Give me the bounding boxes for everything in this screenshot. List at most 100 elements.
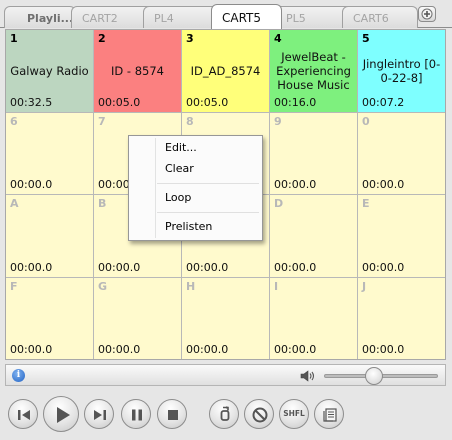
cart-cell[interactable]: H 00:00.0	[182, 277, 269, 359]
shuffle-button[interactable]: SHFL	[279, 399, 309, 429]
cart-duration: 00:00.0	[98, 343, 141, 356]
tab-cart5[interactable]: CART5	[211, 4, 282, 29]
play-button[interactable]	[43, 396, 79, 432]
play-icon	[57, 407, 70, 423]
menu-item-prelisten[interactable]: Prelisten	[131, 217, 260, 237]
cart-key-label: J	[362, 279, 367, 293]
cart-duration: 00:00.0	[186, 260, 229, 274]
cart-key-label: D	[274, 197, 284, 210]
cancel-button[interactable]	[244, 399, 274, 429]
cart-cell[interactable]: 4 JewelBeat - Experiencing House Music 00:…	[270, 30, 357, 112]
cart-duration: 00:00.0	[362, 178, 405, 191]
repeat-button[interactable]	[209, 399, 239, 429]
menu-item-edit[interactable]: Edit...	[131, 138, 260, 158]
info-icon[interactable]: i	[12, 369, 25, 382]
cart-cell[interactable]: 6 00:00.0	[6, 112, 93, 194]
cart-key-label: I	[274, 279, 279, 293]
cart-title: Galway Radio	[10, 63, 89, 78]
add-tab-button[interactable]	[418, 6, 436, 22]
pause-icon	[132, 409, 142, 421]
cart-cell[interactable]: A 00:00.0	[6, 195, 93, 277]
cart-title: Jingleintro [0-0-22-8]	[362, 56, 441, 85]
next-button[interactable]	[84, 399, 114, 429]
previous-icon	[18, 410, 30, 420]
cart-cell[interactable]: E 00:00.0	[358, 195, 445, 277]
shuffle-label: SHFL	[283, 409, 305, 418]
cart-duration: 00:32.5	[10, 95, 53, 109]
cart-duration: 00:05.0	[98, 95, 141, 109]
repeat-icon	[220, 406, 230, 421]
cart-duration: 00:00.0	[274, 343, 317, 356]
tab-label: Playli...	[27, 12, 74, 25]
cart-key-label: 8	[186, 114, 194, 128]
context-menu: Edit... Clear Loop Prelisten	[128, 135, 263, 241]
menu-item-loop[interactable]: Loop	[131, 188, 260, 208]
cart-key-label: A	[10, 197, 19, 210]
cart-duration: 00:00.0	[274, 260, 317, 274]
cart-key-label: 6	[10, 114, 18, 128]
cart-duration: 00:05.0	[186, 95, 229, 109]
cart-cell[interactable]: 0 00:00.0	[358, 112, 445, 194]
cart-title: ID_AD_8574	[190, 63, 261, 78]
cart-key-label: 9	[274, 114, 282, 128]
cart-cell[interactable]: F 00:00.0	[6, 277, 93, 359]
menu-item-clear[interactable]: Clear	[131, 159, 260, 179]
next-icon	[94, 410, 106, 420]
playlist-button[interactable]	[314, 399, 344, 429]
stop-button[interactable]	[157, 399, 187, 429]
tab-cart2[interactable]: CART2	[71, 6, 153, 28]
cart-key-label: G	[98, 279, 108, 293]
tab-cart6[interactable]: CART6	[342, 6, 418, 28]
menu-separator	[157, 183, 259, 184]
volume-thumb[interactable]	[365, 367, 384, 385]
cart-key-label: 4	[274, 32, 282, 45]
cart-cell[interactable]: 3 ID_AD_8574 00:05.0	[182, 30, 269, 112]
cart-key-label: 7	[98, 114, 106, 128]
status-bar: i	[5, 364, 446, 386]
plus-icon	[421, 8, 433, 20]
cart-cell[interactable]: G 00:00.0	[94, 277, 181, 359]
cart-key-label: H	[186, 279, 196, 293]
speaker-icon[interactable]	[300, 369, 316, 383]
cart-cell[interactable]: I 00:00.0	[270, 277, 357, 359]
cart-title: ID - 8574	[111, 63, 164, 78]
cart-duration: 00:00.0	[274, 178, 317, 191]
cart-duration: 00:16.0	[274, 95, 317, 109]
cart-cell[interactable]: J 00:00.0	[358, 277, 445, 359]
menu-separator	[157, 212, 259, 213]
cart-duration: 00:00.0	[362, 343, 405, 356]
playlist-icon	[323, 408, 337, 422]
cart-cell[interactable]: 5 Jingleintro [0-0-22-8] 00:07.2	[358, 30, 445, 112]
cart-key-label: 3	[186, 32, 194, 45]
tab-bar: Playli... CART2 PL4 PL5 CART6 CART5	[0, 0, 452, 29]
cart-key-label: E	[362, 197, 370, 210]
tab-playlist[interactable]: Playli...	[4, 6, 76, 28]
tab-label: CART5	[222, 11, 262, 25]
cart-duration: 00:00.0	[186, 343, 229, 356]
tab-label: CART6	[353, 12, 389, 25]
cart-key-label: B	[98, 197, 107, 210]
cart-cell[interactable]: 9 00:00.0	[270, 112, 357, 194]
cart-key-label: 2	[98, 32, 106, 45]
cart-key-label: 1	[10, 32, 18, 45]
cart-cell[interactable]: 2 ID - 8574 00:05.0	[94, 30, 181, 112]
stop-icon	[168, 410, 178, 420]
cart-key-label: F	[10, 279, 18, 293]
cart-cell[interactable]: 1 Galway Radio 00:32.5	[6, 30, 93, 112]
tab-label: CART2	[82, 12, 118, 25]
cart-key-label: 5	[362, 32, 370, 45]
pause-button[interactable]	[121, 399, 151, 429]
tab-label: PL4	[154, 12, 174, 25]
cart-duration: 00:00.0	[10, 343, 53, 356]
cart-duration: 00:00.0	[362, 260, 405, 274]
previous-button[interactable]	[8, 399, 38, 429]
cart-duration: 00:00.0	[98, 260, 141, 274]
cart-title: JewelBeat - Experiencing House Music	[276, 49, 351, 92]
cart-duration: 00:07.2	[362, 95, 405, 109]
cancel-icon	[252, 407, 268, 423]
cart-duration: 00:00.0	[10, 260, 53, 274]
cart-key-label: 0	[362, 114, 370, 128]
cart-cell[interactable]: D 00:00.0	[270, 195, 357, 277]
tab-label: PL5	[286, 12, 306, 25]
cart-duration: 00:00.0	[10, 178, 53, 191]
